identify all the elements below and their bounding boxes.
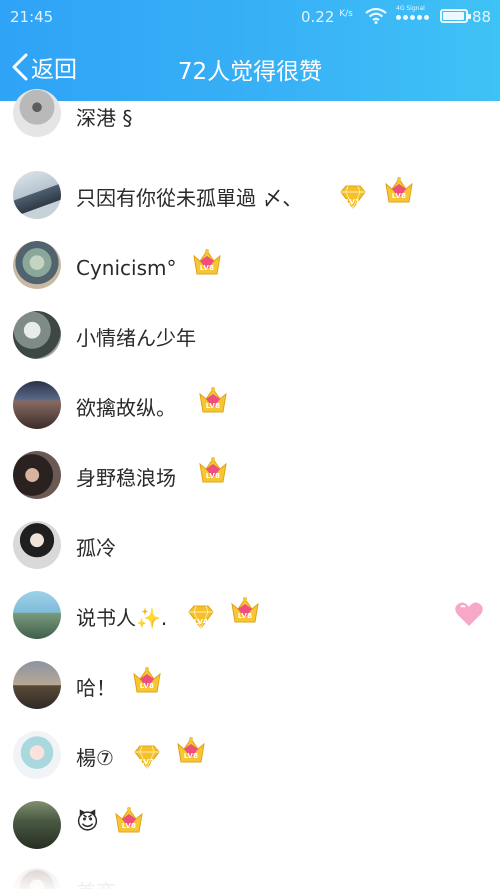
liker-name[interactable]: 只因有你從未孤單過 〆、 — [76, 182, 302, 211]
level-badge: LV8 — [190, 248, 224, 276]
badge-level-label: LV8 — [237, 612, 253, 620]
badge-level-label: LV8 — [139, 682, 155, 690]
liker-name[interactable]: 说书人✨. — [76, 602, 167, 631]
liker-name-suffix: . — [160, 606, 168, 630]
list-item[interactable]: 楊⑦ LV7 LV8 — [0, 720, 500, 790]
cellular-signal-icon: 4G Signal — [396, 5, 430, 25]
list-item[interactable]: 欲擒故纵。 LV8 — [0, 370, 500, 440]
liker-name[interactable]: 😈 — [76, 810, 99, 835]
liker-name[interactable]: Cynicism° — [76, 256, 177, 280]
devil-emoji: 😈 — [76, 810, 99, 835]
level-badge: LV1 — [336, 182, 370, 210]
badge-level-label: LV8 — [121, 822, 137, 830]
wifi-icon — [365, 7, 387, 24]
level-badge: LV4 — [184, 602, 218, 630]
badge-level-label: LV8 — [391, 192, 407, 200]
badge-level-label: LV1 — [345, 198, 361, 206]
badge-level-label: LV4 — [193, 618, 209, 626]
list-item[interactable]: 说书人✨. LV4 LV8 — [0, 580, 500, 650]
status-time: 21:45 — [10, 8, 54, 26]
level-badge: LV8 — [228, 596, 262, 624]
avatar[interactable] — [13, 801, 61, 849]
badge-level-label: LV7 — [139, 758, 155, 766]
level-badge: LV8 — [130, 666, 164, 694]
list-item[interactable]: 孤冷 — [0, 510, 500, 580]
avatar[interactable] — [13, 661, 61, 709]
badge-level-label: LV8 — [205, 472, 221, 480]
list-item[interactable]: 身野稳浪场 LV8 — [0, 440, 500, 510]
level-badge: LV8 — [196, 456, 230, 484]
list-item[interactable]: 只因有你從未孤單過 〆、 LV1 LV8 — [0, 160, 500, 230]
list-item[interactable]: Cynicism° LV8 — [0, 230, 500, 300]
level-badge: LV8 — [112, 806, 146, 834]
avatar[interactable] — [13, 381, 61, 429]
pixel-heart-icon — [455, 602, 483, 626]
avatar[interactable] — [13, 241, 61, 289]
level-badge: LV7 — [130, 742, 164, 770]
avatar[interactable] — [13, 521, 61, 569]
badge-level-label: LV8 — [205, 402, 221, 410]
network-speed-unit: K/s — [339, 9, 353, 19]
liker-name-text: 说书人 — [76, 606, 136, 630]
sparkle-emoji: ✨ — [136, 606, 161, 630]
avatar[interactable] — [13, 171, 61, 219]
avatar[interactable] — [13, 311, 61, 359]
liker-name[interactable]: 身野稳浪场 — [76, 462, 176, 491]
network-speed-value: 0.22 — [301, 8, 335, 26]
liker-name[interactable]: 欲擒故纵。 — [76, 392, 176, 421]
avatar[interactable] — [13, 451, 61, 499]
battery-level: 88 — [472, 8, 492, 26]
list-item[interactable]: 深港 § — [0, 89, 500, 161]
level-badge: LV8 — [382, 176, 416, 204]
list-item[interactable]: 😈 LV8 — [0, 790, 500, 860]
badge-level-label: LV8 — [183, 752, 199, 760]
list-item[interactable]: 哈！ LV8 — [0, 650, 500, 720]
avatar[interactable] — [13, 89, 61, 137]
liker-name[interactable]: 哈！ — [76, 672, 116, 701]
badge-level-label: LV8 — [199, 264, 215, 272]
level-badge: LV8 — [174, 736, 208, 764]
network-type-label: 4G Signal — [396, 5, 425, 12]
liker-name[interactable]: 孤冷 — [76, 532, 116, 561]
network-speed: 0.22 K/s — [301, 8, 353, 26]
liker-name[interactable]: 楊⑦ — [76, 742, 114, 771]
liker-name[interactable]: 深港 § — [76, 102, 132, 131]
avatar[interactable] — [13, 591, 61, 639]
level-badge: LV8 — [196, 386, 230, 414]
avatar[interactable] — [13, 731, 61, 779]
battery-icon — [440, 9, 471, 23]
bottom-fade — [0, 852, 500, 889]
liker-name[interactable]: 小情绪ん少年 — [76, 322, 196, 351]
page-title: 72人觉得很赞 — [177, 59, 323, 85]
status-bar: 21:45 0.22 K/s 4G Signal 88 — [0, 0, 500, 36]
header-bar: 21:45 0.22 K/s 4G Signal 88 返回 72人觉得很赞 — [0, 0, 500, 101]
list-item[interactable]: 小情绪ん少年 — [0, 300, 500, 370]
